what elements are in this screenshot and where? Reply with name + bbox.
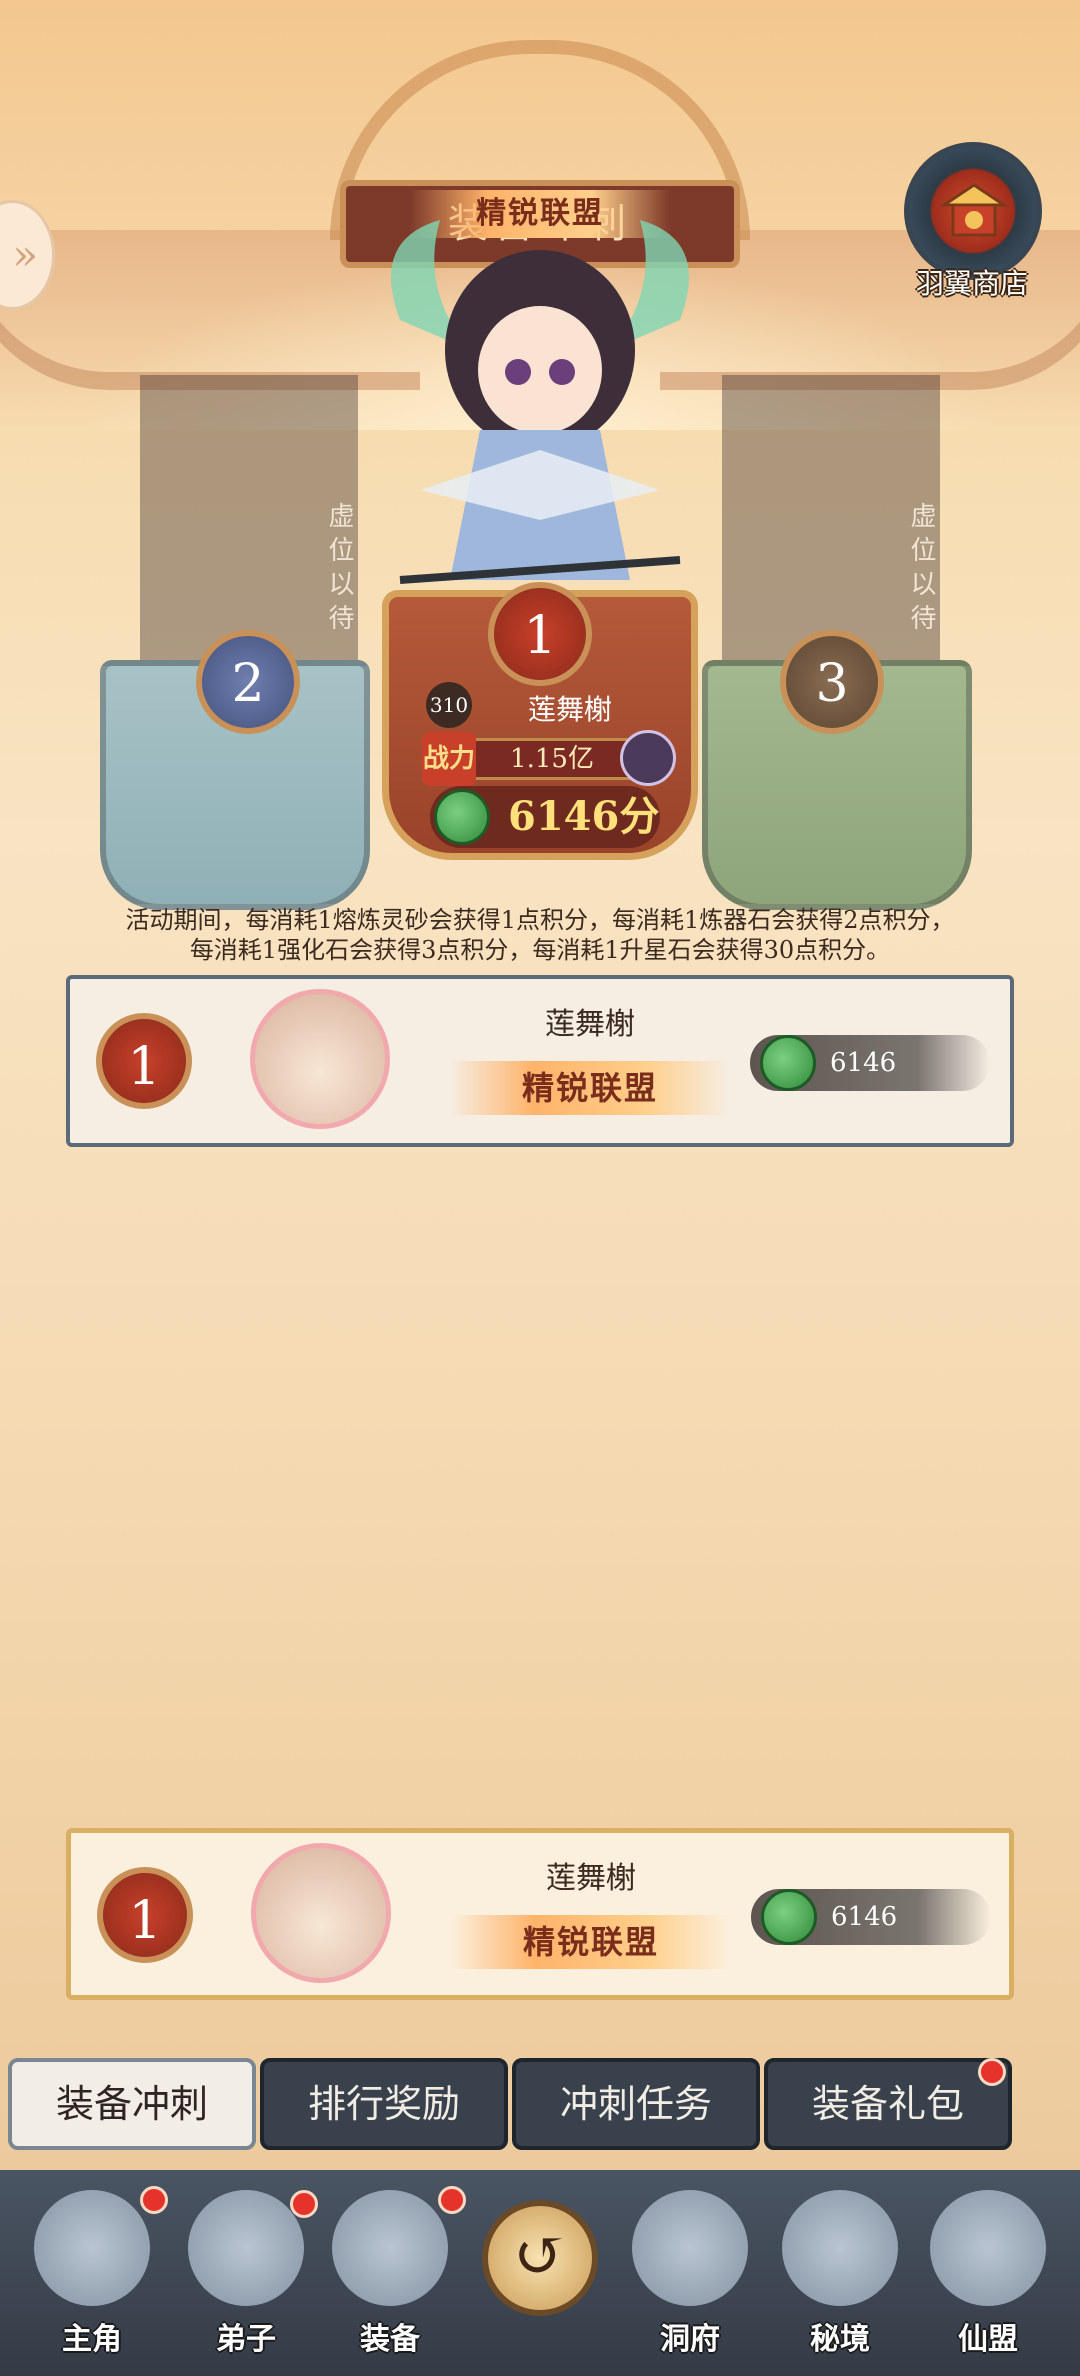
my-score: 6146: [751, 1889, 991, 1945]
cave-mansion-icon: [632, 2190, 748, 2306]
power-tag: 战力: [422, 732, 476, 786]
event-rules-text: 活动期间，每消耗1熔炼灵砂会获得1点积分，每消耗1炼器石会获得2点积分， 每消耗…: [20, 905, 1060, 965]
third-rank-medal: 3: [780, 630, 884, 734]
equipment-icon: [332, 2190, 448, 2306]
jade-score-icon: [761, 1889, 817, 1945]
my-alliance-tag: 精锐联盟: [451, 1915, 731, 1969]
shop-label: 羽翼商店: [915, 267, 1028, 300]
first-rank-medal: 1: [488, 582, 592, 686]
my-score-value: 6146: [831, 1902, 898, 1932]
nav-protagonist[interactable]: 主角: [22, 2190, 162, 2370]
return-arrow-icon: ↺: [513, 2219, 567, 2293]
tab-equipment-pack[interactable]: 装备礼包: [764, 2058, 1012, 2150]
return-button[interactable]: ↺: [482, 2200, 598, 2316]
vacant-banner-second: 虚位以待: [140, 375, 358, 665]
row-score: 6146: [750, 1035, 990, 1091]
tab-ranking-rewards[interactable]: 排行奖励: [260, 2058, 508, 2150]
tab-equipment-sprint[interactable]: 装备冲刺: [8, 2058, 256, 2150]
nav-label: 洞府: [660, 2322, 720, 2357]
champion-power-bar: 1.15亿: [462, 738, 642, 780]
nav-label: 主角: [62, 2322, 122, 2357]
rules-line-1: 活动期间，每消耗1熔炼灵砂会获得1点积分，每消耗1炼器石会获得2点积分，: [125, 906, 955, 934]
vacant-banner-third: 虚位以待: [722, 375, 940, 665]
jade-score-icon: [760, 1035, 816, 1091]
ranking-row[interactable]: 1 莲舞榭 精锐联盟 6146: [66, 975, 1014, 1147]
secret-realm-icon: [782, 2190, 898, 2306]
my-avatar[interactable]: [251, 1843, 391, 1983]
notification-dot: [978, 2058, 1006, 2086]
double-chevron-icon: »: [12, 230, 38, 279]
disciples-icon: [188, 2190, 304, 2306]
nav-label: 弟子: [216, 2322, 276, 2357]
rules-line-2: 每消耗1强化石会获得3点积分，每消耗1升星石会获得30点积分。: [189, 936, 891, 964]
notification-dot: [290, 2190, 318, 2218]
champion-character[interactable]: [360, 200, 720, 600]
player-avatar[interactable]: [250, 989, 390, 1129]
nav-immortal-alliance[interactable]: 仙盟: [918, 2190, 1058, 2370]
nav-label: 仙盟: [958, 2322, 1018, 2357]
my-rank-row[interactable]: 1 莲舞榭 精锐联盟 6146: [66, 1828, 1014, 2000]
nav-secret-realm[interactable]: 秘境: [770, 2190, 910, 2370]
nav-label: 秘境: [810, 2322, 870, 2357]
nav-cave-mansion[interactable]: 洞府: [620, 2190, 760, 2370]
my-rank-medal: 1: [97, 1867, 193, 1963]
row-rank-medal: 1: [96, 1013, 192, 1109]
shop-button[interactable]: [904, 142, 1042, 280]
second-rank-medal: 2: [196, 630, 300, 734]
immortal-alliance-icon: [930, 2190, 1046, 2306]
nav-equipment[interactable]: 装备: [320, 2190, 460, 2370]
protagonist-icon: [34, 2190, 150, 2306]
jade-score-icon: [434, 789, 490, 845]
tab-sprint-tasks[interactable]: 冲刺任务: [512, 2058, 760, 2150]
row-alliance-tag: 精锐联盟: [450, 1061, 730, 1115]
champion-level-badge: 310: [426, 682, 472, 728]
champion-name: 莲舞榭: [527, 693, 612, 726]
notification-dot: [140, 2186, 168, 2214]
nav-disciples[interactable]: 弟子: [176, 2190, 316, 2370]
row-score-value: 6146: [830, 1048, 897, 1078]
notification-dot: [438, 2186, 466, 2214]
my-player-name: 莲舞榭: [546, 1861, 636, 1896]
row-player-name: 莲舞榭: [545, 1007, 635, 1042]
shop-pavilion-icon: [939, 183, 1009, 237]
title-emblem-icon: [620, 730, 676, 786]
nav-label: 装备: [360, 2322, 420, 2357]
